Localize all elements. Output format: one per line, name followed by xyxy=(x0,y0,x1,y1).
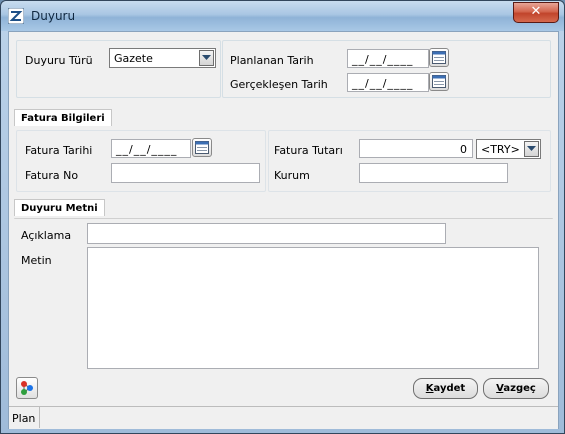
app-logo-icon xyxy=(7,7,25,25)
close-icon: ✕ xyxy=(530,4,542,19)
kaydet-button[interactable]: Kaydet xyxy=(413,378,478,399)
planlanan-tarih-value: __/__/____ xyxy=(352,53,414,66)
fatura-tarihi-calendar-button[interactable] xyxy=(192,138,212,157)
duyuru-turu-label: Duyuru Türü xyxy=(25,54,93,67)
chevron-down-icon xyxy=(202,55,211,60)
chevron-down-icon xyxy=(527,146,536,151)
window-title: Duyuru xyxy=(31,9,76,23)
metin-textarea[interactable] xyxy=(87,247,539,369)
calendar-icon xyxy=(432,51,446,64)
vazgec-label: azgeç xyxy=(503,383,536,394)
gerceklesen-tarih-field[interactable]: __/__/____ xyxy=(347,73,429,92)
close-button[interactable]: ✕ xyxy=(513,2,559,23)
status-mode-cell: Plan xyxy=(9,407,40,428)
planlanan-tarih-calendar-button[interactable] xyxy=(429,48,449,67)
fatura-tutari-label: Fatura Tutarı xyxy=(274,144,343,157)
fatura-tarihi-label: Fatura Tarihi xyxy=(25,144,93,157)
tab-duyuru-metni-label: Duyuru Metni xyxy=(21,203,98,214)
fatura-tutari-field[interactable]: 0 xyxy=(359,139,473,158)
gerceklesen-tarih-label: Gerçekleşen Tarih xyxy=(230,78,328,91)
aciklama-field[interactable] xyxy=(87,223,446,244)
tab-fatura-bilgileri[interactable]: Fatura Bilgileri xyxy=(14,109,112,126)
workflow-button[interactable] xyxy=(16,377,38,399)
duyuru-window: Duyuru ✕ Duyuru Türü Gazete Planlanan Ta… xyxy=(0,0,565,434)
aciklama-label: Açıklama xyxy=(21,229,72,242)
planlanan-tarih-label: Planlanan Tarih xyxy=(230,54,314,67)
gerceklesen-tarih-value: __/__/____ xyxy=(352,77,414,90)
currency-dropdown-button[interactable] xyxy=(524,141,539,157)
calendar-icon xyxy=(195,141,209,154)
tab-duyuru-metni[interactable]: Duyuru Metni xyxy=(14,199,105,216)
workflow-icon xyxy=(21,381,33,395)
tab-fatura-bilgileri-label: Fatura Bilgileri xyxy=(21,113,105,124)
fatura-tutari-value: 0 xyxy=(460,143,467,156)
kurum-field[interactable] xyxy=(359,163,508,183)
duyuru-metni-divider xyxy=(14,218,553,220)
gerceklesen-tarih-calendar-button[interactable] xyxy=(429,72,449,91)
fatura-tarihi-field[interactable]: __/__/____ xyxy=(111,139,191,158)
duyuru-turu-value: Gazete xyxy=(114,52,153,65)
fatura-no-field[interactable] xyxy=(111,163,260,183)
kurum-label: Kurum xyxy=(274,169,310,182)
title-bar: Duyuru ✕ xyxy=(1,1,564,31)
window-client-area: Duyuru Türü Gazete Planlanan Tarih __/__… xyxy=(8,31,559,429)
status-mode: Plan xyxy=(12,412,36,425)
calendar-icon xyxy=(432,75,446,88)
fatura-no-label: Fatura No xyxy=(25,169,79,182)
currency-value: <TRY> xyxy=(481,143,520,156)
status-bar: Plan xyxy=(9,406,558,429)
currency-select[interactable]: <TRY> xyxy=(476,139,541,159)
fatura-tarihi-value: __/__/____ xyxy=(116,143,178,156)
metin-label: Metin xyxy=(21,254,52,267)
kaydet-label: aydet xyxy=(433,383,466,394)
planlanan-tarih-field[interactable]: __/__/____ xyxy=(347,49,429,68)
vazgec-button[interactable]: Vazgeç xyxy=(483,378,549,399)
duyuru-turu-select[interactable]: Gazete xyxy=(109,48,216,68)
kaydet-accesskey: K xyxy=(425,383,434,394)
duyuru-turu-dropdown-button[interactable] xyxy=(199,50,214,66)
